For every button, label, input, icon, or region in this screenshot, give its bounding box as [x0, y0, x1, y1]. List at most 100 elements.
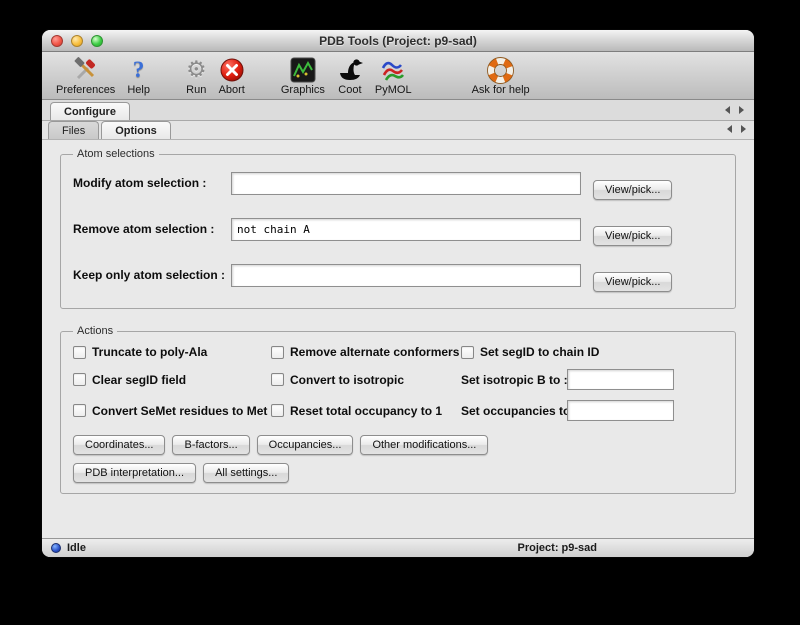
checkbox-box	[271, 373, 284, 386]
traffic-lights	[51, 35, 103, 47]
zoom-button[interactable]	[91, 35, 103, 47]
set-occupancies-input[interactable]	[567, 400, 674, 421]
other-modifications-button[interactable]: Other modifications...	[360, 435, 488, 455]
atom-selections-title: Atom selections	[73, 148, 159, 160]
checkbox-label: Reset total occupancy to 1	[290, 404, 442, 418]
preferences-label: Preferences	[56, 84, 115, 96]
status-bar: Idle Project: p9-sad	[42, 538, 754, 557]
set-isotropic-b-input[interactable]	[567, 369, 674, 390]
checkbox-box	[461, 346, 474, 359]
tab-configure[interactable]: Configure	[50, 102, 130, 120]
keep-only-selection-row: Keep only atom selection : View/pick...	[73, 252, 723, 298]
abort-icon	[220, 56, 244, 84]
checkbox-remove-alternate-conformers[interactable]: Remove alternate conformers	[271, 345, 461, 359]
checkbox-label: Clear segID field	[92, 373, 186, 387]
actions-grid: Truncate to poly-Ala Remove alternate co…	[73, 345, 723, 421]
graphics-button[interactable]: Graphics	[275, 56, 331, 96]
keep-only-selection-input[interactable]	[231, 264, 581, 287]
run-button[interactable]: ⚙ Run	[180, 56, 213, 96]
tab-scroll-arrows	[725, 106, 746, 120]
status-text: Idle	[67, 542, 86, 554]
checkbox-label: Truncate to poly-Ala	[92, 345, 207, 359]
tab-options[interactable]: Options	[101, 121, 171, 139]
coot-bird-icon	[337, 56, 363, 84]
remove-selection-label: Remove atom selection :	[73, 222, 231, 236]
pymol-icon	[380, 56, 406, 84]
tab-files[interactable]: Files	[48, 121, 99, 139]
pymol-label: PyMOL	[375, 84, 412, 96]
ask-for-help-label: Ask for help	[472, 84, 530, 96]
help-label: Help	[127, 84, 150, 96]
remove-selection-row: Remove atom selection : View/pick...	[73, 206, 723, 252]
set-occupancies-label: Set occupancies to :	[461, 404, 567, 418]
actions-title: Actions	[73, 325, 117, 337]
coot-button[interactable]: Coot	[331, 56, 369, 96]
modify-selection-row: Modify atom selection : View/pick...	[73, 160, 723, 206]
set-occupancies-field: Set occupancies to :	[461, 400, 723, 421]
tab-scroll-arrows	[727, 125, 748, 139]
checkbox-reset-total-occupancy[interactable]: Reset total occupancy to 1	[271, 400, 461, 421]
coordinates-button[interactable]: Coordinates...	[73, 435, 165, 455]
checkbox-box	[271, 346, 284, 359]
window-titlebar[interactable]: PDB Tools (Project: p9-sad)	[42, 30, 754, 52]
help-button[interactable]: ? Help	[121, 56, 156, 96]
atom-selections-group: Atom selections Modify atom selection : …	[60, 148, 736, 309]
abort-label: Abort	[219, 84, 245, 96]
pdb-interpretation-button[interactable]: PDB interpretation...	[73, 463, 196, 483]
tab-scroll-left-icon[interactable]	[725, 106, 730, 114]
graphics-label: Graphics	[281, 84, 325, 96]
status-indicator-icon	[51, 543, 61, 553]
checkbox-box	[73, 404, 86, 417]
checkbox-label: Convert SeMet residues to Met	[92, 404, 267, 418]
modify-selection-label: Modify atom selection :	[73, 176, 231, 190]
tab-scroll-left-icon[interactable]	[727, 125, 732, 133]
project-label: Project: p9-sad	[518, 542, 597, 554]
modify-viewpick-button[interactable]: View/pick...	[593, 180, 672, 200]
checkbox-clear-segid-field[interactable]: Clear segID field	[73, 369, 271, 390]
remove-selection-input[interactable]	[231, 218, 581, 241]
window-title: PDB Tools (Project: p9-sad)	[42, 34, 754, 48]
options-panel: Atom selections Modify atom selection : …	[42, 140, 754, 538]
abort-button[interactable]: Abort	[213, 56, 251, 96]
lifering-icon	[487, 56, 514, 84]
all-settings-button[interactable]: All settings...	[203, 463, 289, 483]
modify-selection-input[interactable]	[231, 172, 581, 195]
checkbox-label: Set segID to chain ID	[480, 345, 599, 359]
actions-group: Actions Truncate to poly-Ala Remove alte…	[60, 325, 736, 494]
files-options-tab-bar: Files Options	[42, 121, 754, 140]
checkbox-box	[73, 373, 86, 386]
keep-only-selection-label: Keep only atom selection :	[73, 268, 231, 282]
checkbox-set-segid-to-chain-id[interactable]: Set segID to chain ID	[461, 345, 723, 359]
action-buttons-row-2: PDB interpretation... All settings...	[73, 463, 723, 483]
occupancies-button[interactable]: Occupancies...	[257, 435, 354, 455]
checkbox-box	[73, 346, 86, 359]
tab-scroll-right-icon[interactable]	[739, 106, 744, 114]
checkbox-label: Remove alternate conformers	[290, 345, 459, 359]
checkbox-convert-semet-to-met[interactable]: Convert SeMet residues to Met	[73, 400, 271, 421]
graphics-icon	[290, 56, 316, 84]
close-button[interactable]	[51, 35, 63, 47]
remove-viewpick-button[interactable]: View/pick...	[593, 226, 672, 246]
checkbox-truncate-polyala[interactable]: Truncate to poly-Ala	[73, 345, 271, 359]
run-gear-icon: ⚙	[186, 56, 207, 84]
set-isotropic-b-label: Set isotropic B to :	[461, 373, 567, 387]
configure-tab-bar: Configure	[42, 100, 754, 121]
run-label: Run	[186, 84, 206, 96]
minimize-button[interactable]	[71, 35, 83, 47]
pdb-tools-window: PDB Tools (Project: p9-sad) Preferences …	[42, 30, 754, 557]
checkbox-convert-to-isotropic[interactable]: Convert to isotropic	[271, 369, 461, 390]
set-isotropic-b-field: Set isotropic B to :	[461, 369, 723, 390]
checkbox-box	[271, 404, 284, 417]
toolbar: Preferences ? Help ⚙ Run	[42, 52, 754, 100]
coot-label: Coot	[338, 84, 361, 96]
keep-only-viewpick-button[interactable]: View/pick...	[593, 272, 672, 292]
pymol-button[interactable]: PyMOL	[369, 56, 418, 96]
tab-scroll-right-icon[interactable]	[741, 125, 746, 133]
ask-for-help-button[interactable]: Ask for help	[466, 56, 536, 96]
preferences-button[interactable]: Preferences	[50, 56, 121, 96]
b-factors-button[interactable]: B-factors...	[172, 435, 249, 455]
checkbox-label: Convert to isotropic	[290, 373, 404, 387]
help-icon: ?	[133, 56, 145, 84]
action-buttons-row-1: Coordinates... B-factors... Occupancies.…	[73, 435, 723, 455]
preferences-icon	[73, 56, 99, 84]
